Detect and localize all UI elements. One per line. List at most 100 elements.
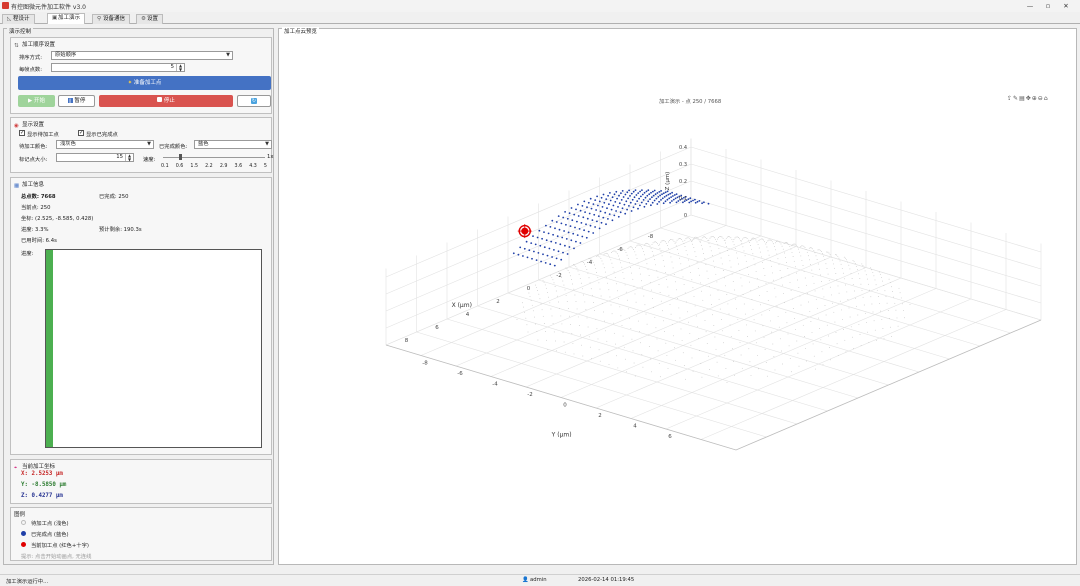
done-color-select[interactable]: 蓝色 ▼: [194, 140, 272, 149]
pending-point: [701, 290, 703, 292]
done-point: [603, 201, 606, 204]
pending-point: [866, 321, 867, 323]
minimize-button[interactable]: —: [1022, 1, 1038, 11]
pending-point: [613, 332, 615, 334]
pending-point: [588, 277, 590, 279]
pending-point: [719, 236, 721, 238]
start-button[interactable]: ▶ 开始: [18, 95, 55, 107]
elapsed-time-text: 已用时间: 6.4s: [21, 238, 57, 244]
pending-point: [716, 281, 718, 283]
pending-point: [791, 298, 793, 300]
pending-point: [805, 284, 807, 286]
pending-point: [848, 307, 850, 309]
pending-point: [581, 344, 583, 346]
pending-point: [788, 274, 790, 276]
done-point: [569, 225, 572, 228]
done-point: [522, 255, 524, 257]
pending-point: [855, 297, 856, 299]
pending-point: [845, 284, 847, 286]
pending-point: [600, 295, 602, 297]
marker-size-spinbox[interactable]: 15 ▲ ▼: [56, 153, 134, 162]
pending-point: [820, 339, 822, 341]
pending-point: [742, 246, 744, 248]
pending-point: [604, 252, 606, 254]
pending-point: [791, 251, 793, 253]
spin-arrows-icon[interactable]: ▲ ▼: [176, 64, 184, 71]
pending-point: [635, 301, 637, 303]
tab-communication[interactable]: ⚲ 设备通信: [92, 14, 131, 24]
tab-demo[interactable]: ▣加工演示: [47, 13, 86, 24]
pending-point: [755, 270, 757, 272]
pending-point: [799, 251, 801, 253]
pending-point: [667, 367, 669, 369]
pending-point: [621, 266, 623, 268]
pending-point: [837, 355, 839, 357]
pending-point: [599, 256, 601, 258]
pending-point: [679, 257, 681, 259]
done-point: [610, 208, 613, 211]
pending-point: [869, 289, 871, 291]
pending-point: [803, 245, 805, 247]
pending-point: [545, 287, 547, 289]
pending-point: [617, 290, 618, 292]
done-point: [596, 195, 598, 198]
speed-slider-handle[interactable]: [179, 154, 182, 160]
pending-point: [782, 248, 784, 250]
show-done-checkbox[interactable]: ✓: [78, 130, 84, 136]
pending-point: [882, 328, 884, 329]
point-cloud-3d-plot[interactable]: -8 -6 -4 -2 0 2 4 6 8 -8 -6 -4 -2 0 2 4 6 0.4 0.3 0.2 0.1 0 X …: [279, 41, 1076, 561]
pause-button[interactable]: ‖ 暂停: [58, 95, 95, 107]
spin-arrows-icon[interactable]: ▲ ▼: [125, 154, 133, 161]
stop-button[interactable]: 停止: [99, 95, 233, 107]
pending-point: [807, 292, 808, 294]
x-tick-label: -4: [587, 260, 593, 266]
pending-point: [757, 244, 759, 246]
reset-button[interactable]: ↻: [237, 95, 271, 107]
close-button[interactable]: ✕: [1058, 1, 1074, 11]
pending-point: [642, 366, 644, 368]
sort-select[interactable]: 原始顺序 ▼: [51, 51, 233, 60]
pending-point: [857, 269, 858, 271]
pending-point: [562, 280, 564, 282]
pending-point: [651, 371, 653, 373]
pending-point: [759, 294, 760, 296]
done-point: [554, 227, 556, 230]
maximize-button[interactable]: ▫: [1040, 1, 1056, 11]
done-point: [577, 215, 580, 217]
pending-point: [644, 304, 646, 306]
prepare-points-button[interactable]: ✦ 准备加工点: [18, 76, 271, 90]
pending-point: [731, 273, 733, 275]
pending-point: [706, 270, 708, 272]
pending-point: [715, 273, 717, 275]
done-point: [523, 247, 526, 250]
pending-point: [837, 285, 839, 287]
show-pending-checkbox[interactable]: ✓: [19, 130, 25, 136]
pending-point: [774, 242, 776, 244]
pending-point: [536, 331, 538, 333]
tab-design[interactable]: ◺ 程设计: [2, 14, 35, 24]
pending-color-select[interactable]: 浅灰色 ▼: [56, 140, 154, 149]
pending-point: [663, 320, 664, 322]
done-point: [553, 249, 555, 251]
done-point: [606, 207, 608, 210]
demo-control-title: 演示控制: [7, 27, 34, 35]
pending-point: [779, 338, 781, 340]
pending-point: [537, 339, 539, 341]
tab-demo-label: 加工演示: [58, 15, 81, 21]
pending-point: [615, 343, 616, 345]
pending-point: [769, 259, 771, 261]
pending-point: [879, 302, 880, 304]
pending-point: [725, 368, 727, 370]
pending-point: [790, 248, 792, 250]
points-per-frame-spinbox[interactable]: 5 ▲ ▼: [51, 63, 185, 72]
pending-point: [655, 264, 657, 266]
done-point: [640, 195, 642, 198]
pending-point: [586, 269, 588, 270]
pending-point: [684, 239, 686, 241]
tab-settings[interactable]: ⚙设置: [136, 14, 164, 24]
pending-point: [750, 238, 752, 240]
pending-point: [695, 256, 697, 258]
done-point: [642, 199, 645, 201]
pending-point: [855, 265, 857, 267]
pending-point: [749, 281, 751, 283]
